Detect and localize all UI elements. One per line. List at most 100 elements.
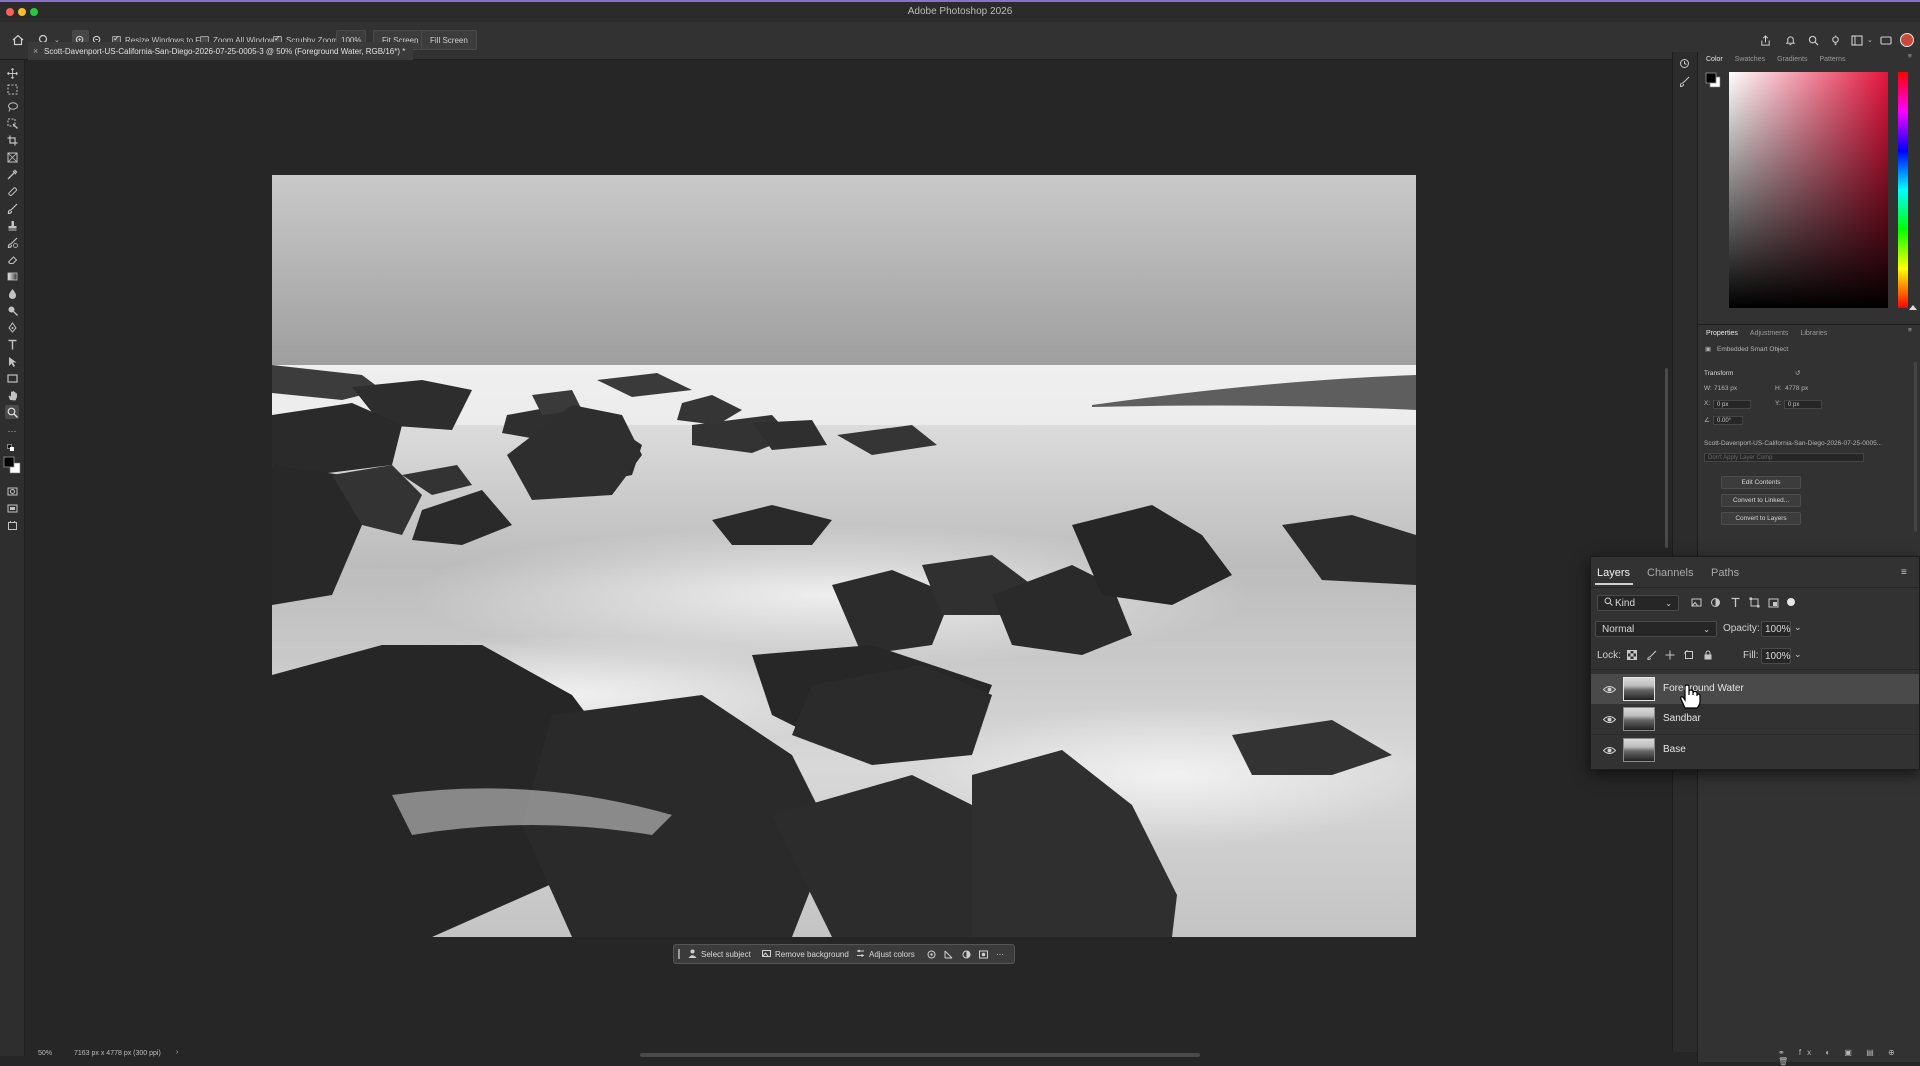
blur-tool-icon[interactable] (5, 286, 19, 300)
history-panel-icon[interactable] (1679, 58, 1690, 72)
edit-toolbar-icon[interactable]: ··· (5, 424, 19, 438)
visibility-eye-icon[interactable] (1602, 744, 1617, 757)
cloud-docs-icon[interactable] (1880, 30, 1892, 50)
lock-all-icon[interactable] (1703, 650, 1713, 663)
tab-adjustments[interactable]: Adjustments (1750, 330, 1789, 337)
layer-name[interactable]: Foreground Water (1663, 683, 1744, 694)
filter-shape-icon[interactable] (1749, 597, 1760, 611)
reset-transform-icon[interactable]: ↺ (1795, 369, 1800, 377)
search-icon[interactable] (1808, 30, 1819, 50)
hand-tool-icon[interactable] (5, 388, 19, 402)
drag-handle-icon[interactable] (678, 945, 680, 963)
filter-toggle-icon[interactable] (1786, 597, 1796, 610)
visibility-eye-icon[interactable] (1602, 683, 1617, 696)
move-tool-icon[interactable] (5, 66, 19, 80)
mask-icon[interactable] (979, 945, 988, 963)
tab-patterns[interactable]: Patterns (1819, 56, 1845, 63)
generative-icon[interactable] (927, 945, 936, 963)
panel-menu-icon[interactable]: ≡ (1901, 567, 1907, 578)
opacity-field[interactable]: 100% (1761, 621, 1791, 637)
default-colors-icon[interactable] (5, 442, 19, 456)
pen-tool-icon[interactable] (5, 320, 19, 334)
filter-pixel-icon[interactable] (1691, 597, 1702, 611)
frame-tool-icon[interactable] (5, 150, 19, 164)
tab-gradients[interactable]: Gradients (1777, 56, 1807, 63)
tab-properties[interactable]: Properties (1706, 330, 1738, 337)
fill-chevron-icon[interactable]: ⌄ (1794, 649, 1802, 660)
lock-pixels-icon[interactable] (1647, 650, 1657, 663)
layer-row[interactable]: Base (1591, 735, 1919, 765)
quick-mask-icon[interactable] (5, 484, 19, 498)
vertical-scrollbar[interactable] (1665, 368, 1668, 548)
horizontal-scrollbar[interactable] (640, 1053, 1200, 1057)
zoom-level[interactable]: 50% (38, 1050, 52, 1057)
notifications-icon[interactable] (1785, 30, 1796, 50)
dodge-tool-icon[interactable] (5, 303, 19, 317)
artboard-icon[interactable] (5, 518, 19, 532)
hue-slider[interactable] (1898, 72, 1908, 308)
filter-type-icon[interactable] (1730, 597, 1741, 611)
select-subject-button[interactable]: Select subject (688, 945, 751, 963)
screen-mode-icon[interactable] (5, 501, 19, 515)
brush-settings-panel-icon[interactable] (1679, 76, 1690, 90)
crop-tool-icon[interactable] (5, 133, 19, 147)
close-tab-icon[interactable]: × (33, 46, 38, 56)
panel-menu-icon[interactable]: ≡ (1908, 53, 1912, 60)
more-options-button[interactable]: ··· (996, 945, 1004, 963)
discover-icon[interactable] (1830, 30, 1841, 50)
canvas-image[interactable] (272, 175, 1416, 937)
filter-kind-select[interactable]: Kind ⌄ (1597, 595, 1679, 611)
tab-swatches[interactable]: Swatches (1735, 56, 1765, 63)
tab-color[interactable]: Color (1706, 56, 1723, 63)
share-icon[interactable] (1760, 30, 1771, 50)
x-field[interactable]: 0 px (1713, 400, 1751, 409)
y-field[interactable]: 0 px (1784, 400, 1822, 409)
type-tool-icon[interactable] (5, 337, 19, 351)
clone-stamp-tool-icon[interactable] (5, 218, 19, 232)
fill-screen-button[interactable]: Fill Screen (421, 30, 477, 50)
object-selection-tool-icon[interactable] (5, 116, 19, 130)
layer-row[interactable]: Foreground Water (1591, 674, 1919, 704)
layer-comp-select[interactable]: Don't Apply Layer Comp (1704, 453, 1864, 462)
tab-layers[interactable]: Layers (1597, 567, 1630, 579)
layer-name[interactable]: Base (1663, 744, 1686, 755)
height-field[interactable]: 4778 px (1785, 385, 1808, 392)
avatar[interactable] (1900, 30, 1914, 50)
document-tab[interactable]: × Scott-Davenport-US-California-San-Dieg… (28, 42, 414, 60)
tab-paths[interactable]: Paths (1711, 567, 1739, 579)
workspace-icon[interactable]: ⌄ (1851, 30, 1873, 50)
convert-to-linked-button[interactable]: Convert to Linked... (1721, 494, 1801, 507)
width-field[interactable]: 7163 px (1714, 385, 1737, 392)
convert-to-layers-button[interactable]: Convert to Layers (1721, 512, 1801, 525)
adjust-colors-button[interactable]: Adjust colors (856, 945, 915, 963)
transform-icon[interactable] (944, 945, 953, 963)
eraser-tool-icon[interactable] (5, 252, 19, 266)
fill-field[interactable]: 100% (1761, 648, 1791, 664)
rectangle-tool-icon[interactable] (5, 371, 19, 385)
gradient-tool-icon[interactable] (5, 269, 19, 283)
tab-channels[interactable]: Channels (1647, 567, 1693, 579)
opacity-chevron-icon[interactable]: ⌄ (1794, 622, 1802, 633)
fg-bg-color-icon[interactable] (1705, 72, 1721, 93)
healing-brush-tool-icon[interactable] (5, 184, 19, 198)
layer-actions-icons[interactable]: ⚭ fx ◐ ▣ ▤ ⊕ 🗑 (1778, 1048, 1920, 1066)
edit-contents-button[interactable]: Edit Contents (1721, 476, 1801, 489)
adjustment-layer-icon[interactable] (962, 945, 971, 963)
path-selection-tool-icon[interactable] (5, 354, 19, 368)
visibility-eye-icon[interactable] (1602, 713, 1617, 726)
color-field[interactable] (1729, 72, 1888, 308)
marquee-tool-icon[interactable] (5, 82, 19, 96)
lock-artboard-icon[interactable] (1684, 650, 1694, 663)
hue-slider-handle-icon[interactable] (1909, 305, 1917, 310)
remove-background-button[interactable]: Remove background (762, 945, 849, 963)
filter-adjustment-icon[interactable] (1710, 597, 1721, 611)
home-icon[interactable] (12, 30, 24, 50)
color-swatches-icon[interactable] (3, 456, 21, 474)
zoom-tool-icon[interactable] (5, 405, 19, 419)
eyedropper-tool-icon[interactable] (5, 167, 19, 181)
layer-row[interactable]: Sandbar (1591, 704, 1919, 734)
lasso-tool-icon[interactable] (5, 99, 19, 113)
brush-tool-icon[interactable] (5, 201, 19, 215)
filter-smart-object-icon[interactable] (1768, 597, 1779, 611)
tab-libraries[interactable]: Libraries (1800, 330, 1827, 337)
